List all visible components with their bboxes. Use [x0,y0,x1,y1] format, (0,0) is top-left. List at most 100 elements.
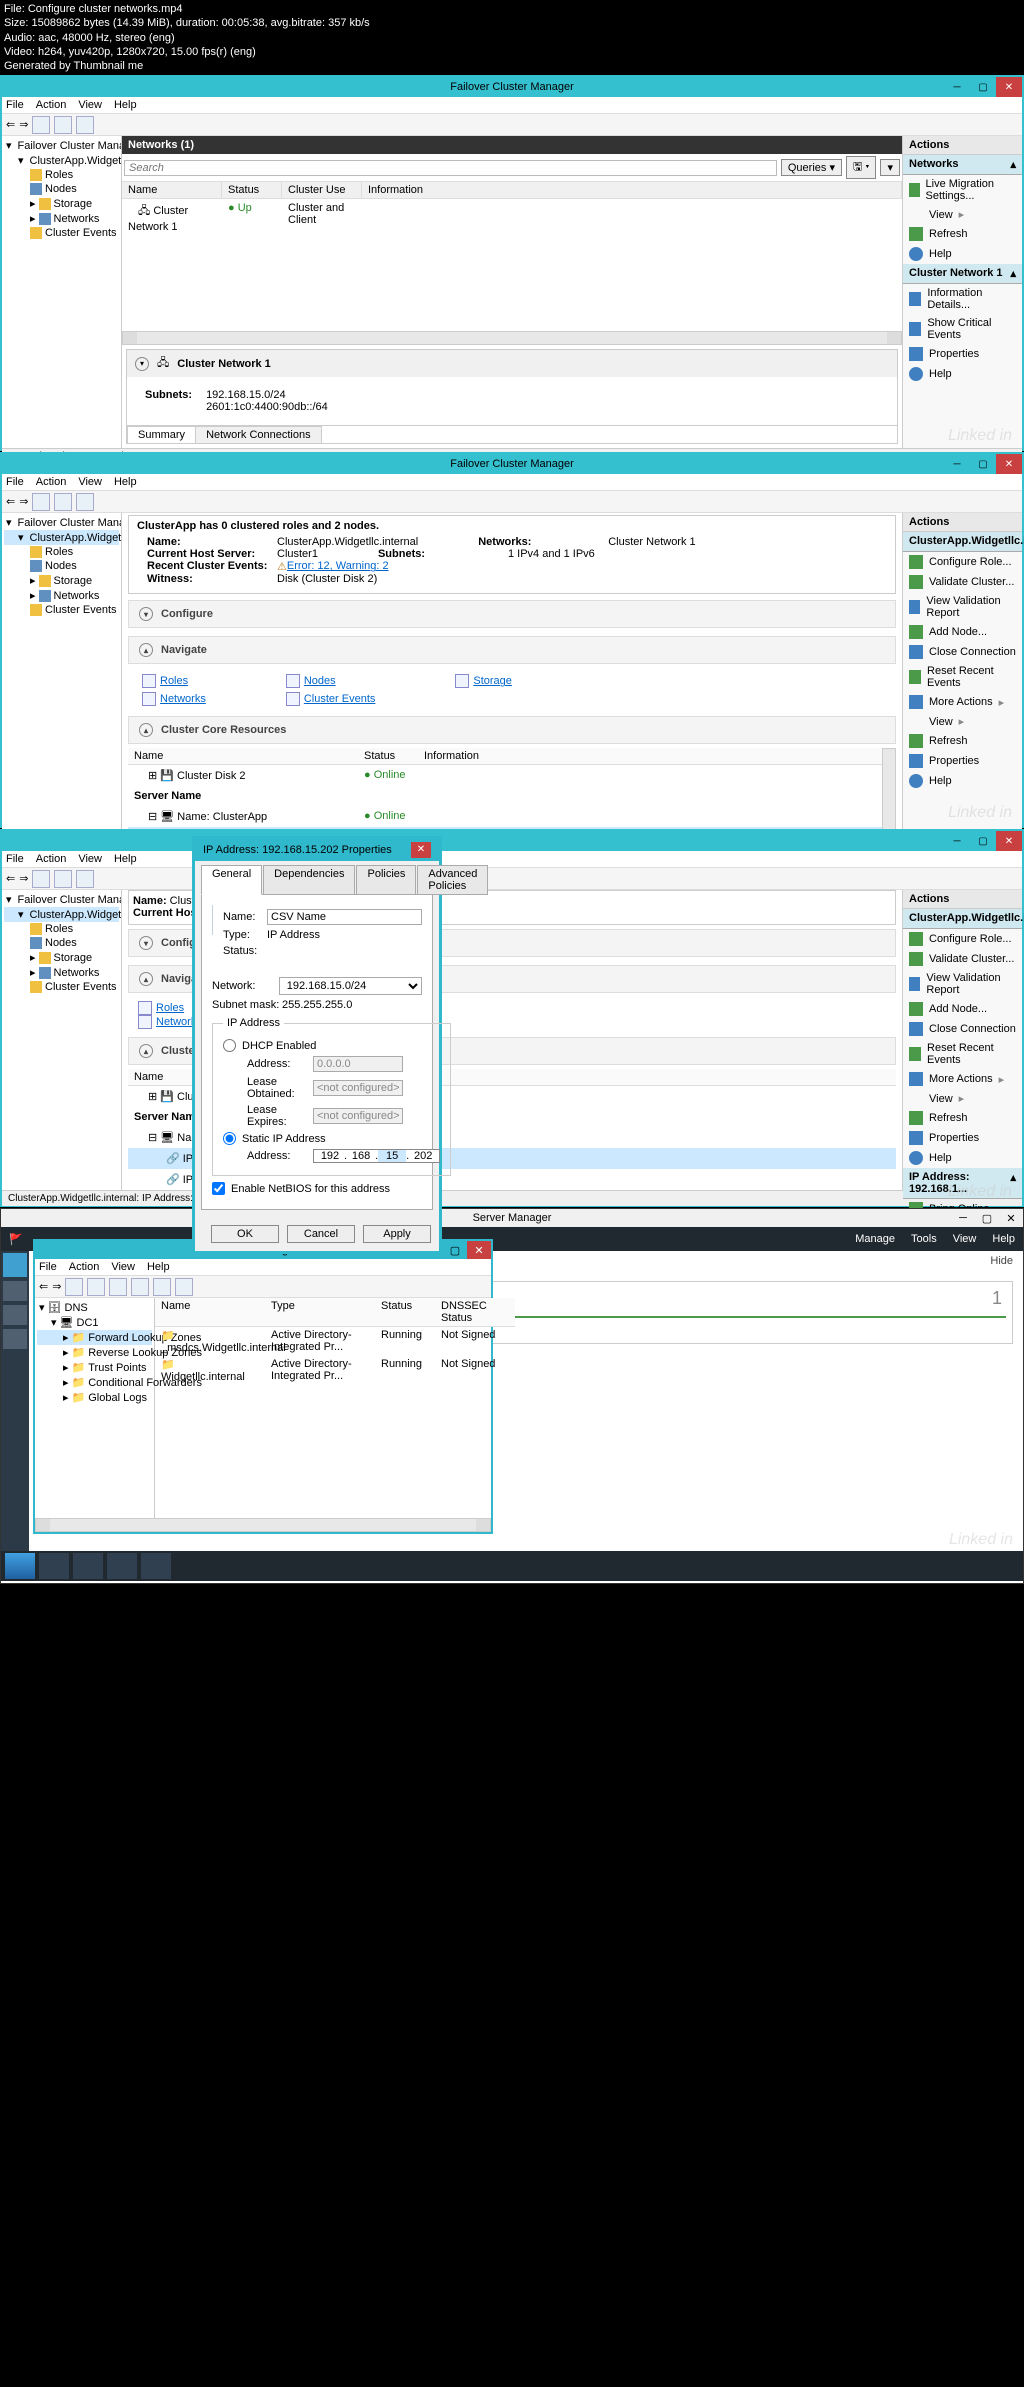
nav-roles[interactable]: Roles [160,675,188,687]
nav-events[interactable]: Cluster Events [304,693,376,705]
tree-events[interactable]: Cluster Events [4,226,119,240]
action-reset[interactable]: Reset Recent Events [903,662,1022,692]
tree-root[interactable]: ▾Failover Cluster Manager [4,892,119,907]
menu-action[interactable]: Action [36,476,67,488]
dns-rev-zones[interactable]: ▸📁 Reverse Lookup Zones [37,1345,152,1360]
menu-help[interactable]: Help [114,476,137,488]
collapse-icon[interactable]: ▴ [1010,158,1016,171]
menu-file[interactable]: File [6,476,24,488]
col-type[interactable]: Type [265,1298,375,1326]
col-name[interactable]: Name [128,748,358,764]
col-info[interactable]: Information [418,748,882,764]
toolbar-btn[interactable] [54,116,72,134]
action-help[interactable]: Help [903,364,1022,384]
dialog-close[interactable]: ✕ [411,842,431,858]
action-validate[interactable]: Validate Cluster... [903,949,1022,969]
action-close-conn[interactable]: Close Connection [903,642,1022,662]
toolbar-btn[interactable] [153,1278,171,1296]
taskbar[interactable] [1,1551,1023,1581]
action-refresh[interactable]: Refresh [903,224,1022,244]
maximize-button[interactable]: ▢ [443,1241,467,1259]
menu-file[interactable]: File [6,99,24,111]
maximize-button[interactable]: ▢ [975,1212,999,1225]
tree-roles[interactable]: Roles [4,168,119,182]
toolbar-btn[interactable] [32,493,50,511]
tree-storage[interactable]: ▸Storage [4,573,119,588]
toolbar-btn[interactable] [76,493,94,511]
action-view[interactable]: View▸ [903,712,1022,731]
menu-file[interactable]: File [39,1261,57,1273]
menu-action[interactable]: Action [69,1261,100,1273]
maximize-button[interactable]: ▢ [970,454,996,474]
tree-cluster[interactable]: ▾ClusterApp.Widgetllc.intern [4,907,119,922]
action-properties[interactable]: Properties [903,1128,1022,1148]
maximize-button[interactable]: ▢ [970,77,996,97]
tab-summary[interactable]: Summary [127,426,196,443]
tab-connections[interactable]: Network Connections [195,426,322,443]
back-button[interactable]: ⇐ [6,118,15,131]
tree-events[interactable]: Cluster Events [4,603,119,617]
tab-policies[interactable]: Policies [356,865,416,895]
action-close-conn[interactable]: Close Connection [903,1019,1022,1039]
action-help[interactable]: Help [903,771,1022,791]
menu-view[interactable]: View [78,99,102,111]
close-button[interactable]: ✕ [996,454,1022,474]
close-button[interactable]: ✕ [996,831,1022,851]
toggle-navigate[interactable]: ▴ [139,643,153,657]
col-status[interactable]: Status [358,748,418,764]
action-add-node[interactable]: Add Node... [903,999,1022,1019]
tree-nodes[interactable]: Nodes [4,936,119,950]
tree-pane[interactable]: ▾Failover Cluster Manager ▾ClusterApp.Wi… [2,890,122,1190]
minimize-button[interactable]: ─ [944,454,970,474]
col-status[interactable]: Status [375,1298,435,1326]
dns-row[interactable]: 📁 _msdcs.Widgetllc.internal Active Direc… [155,1327,515,1356]
toolbar-btn[interactable] [65,1278,83,1296]
action-configure-role[interactable]: Configure Role... [903,929,1022,949]
action-refresh[interactable]: Refresh [903,1108,1022,1128]
taskbar-item[interactable] [39,1553,69,1579]
toolbar-btn[interactable] [109,1278,127,1296]
tree-networks[interactable]: ▸Networks [4,211,119,226]
action-more[interactable]: More Actions▸ [903,692,1022,712]
static-radio[interactable] [223,1132,236,1145]
ok-button[interactable]: OK [211,1225,279,1243]
list-row[interactable]: 🖧 Cluster Network 1 Up Cluster and Clien… [122,199,902,236]
dns-trust[interactable]: ▸📁 Trust Points [37,1360,152,1375]
dhcp-radio[interactable] [223,1039,236,1052]
sidebar-item-icon[interactable] [3,1305,27,1325]
action-add-node[interactable]: Add Node... [903,622,1022,642]
ip-seg-1[interactable] [316,1150,344,1162]
close-button[interactable]: ✕ [996,77,1022,97]
dns-tree[interactable]: ▾🗄 DNS ▾🖥 DC1 ▸📁 Forward Lookup Zones ▸📁… [35,1298,155,1518]
action-view[interactable]: View▸ [903,1089,1022,1108]
ip-seg-4[interactable] [409,1150,437,1162]
tree-cluster[interactable]: ▾ClusterApp.Widgetllc.intern [4,530,119,545]
apply-button[interactable]: Apply [363,1225,431,1243]
toolbar-btn[interactable] [131,1278,149,1296]
tab-general[interactable]: General [201,865,262,895]
sm-tools[interactable]: Tools [911,1233,937,1245]
tree-networks[interactable]: ▸Networks [4,588,119,603]
forward-button[interactable]: ⇒ [52,1280,61,1293]
action-view-report[interactable]: View Validation Report [903,592,1022,622]
back-button[interactable]: ⇐ [6,872,15,885]
collapse-icon[interactable]: ▴ [1010,267,1016,280]
sm-sidebar[interactable] [1,1251,29,1551]
tree-storage[interactable]: ▸Storage [4,950,119,965]
dns-conditional[interactable]: ▸📁 Conditional Forwarders [37,1375,152,1390]
recent-events-link[interactable]: Error: 12, Warning: 2 [287,560,389,573]
dns-logs[interactable]: ▸📁 Global Logs [37,1390,152,1405]
close-button[interactable]: ✕ [999,1212,1023,1225]
col-name[interactable]: Name [122,182,222,198]
nav-nodes[interactable]: Nodes [304,675,336,687]
taskbar-item[interactable] [73,1553,103,1579]
sm-help[interactable]: Help [992,1233,1015,1245]
cancel-button[interactable]: Cancel [287,1225,355,1243]
maximize-button[interactable]: ▢ [970,831,996,851]
taskbar-item[interactable] [141,1553,171,1579]
tree-storage[interactable]: ▸Storage [4,196,119,211]
start-button[interactable] [5,1553,35,1579]
action-help[interactable]: Help [903,1148,1022,1168]
tree-cluster[interactable]: ▾ClusterApp.Widgetllc.intern [4,153,119,168]
back-button[interactable]: ⇐ [39,1280,48,1293]
